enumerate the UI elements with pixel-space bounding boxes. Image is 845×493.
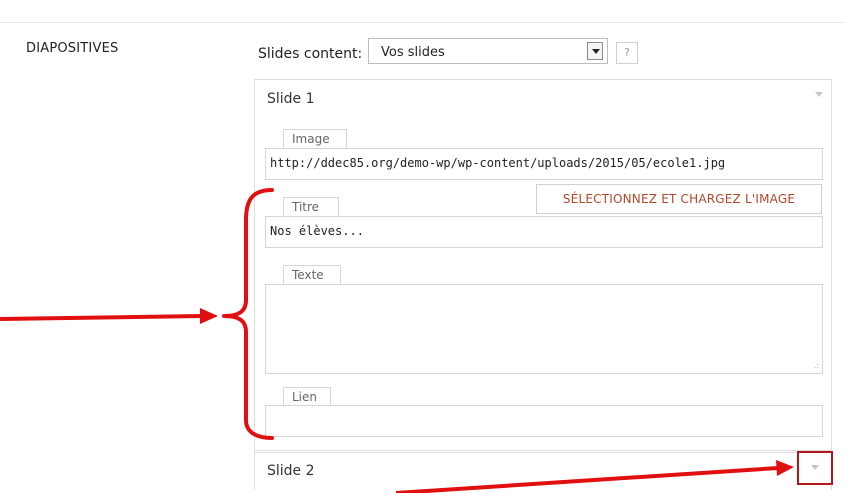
arrow-to-brace-shaft xyxy=(0,314,203,321)
chevron-down-icon[interactable] xyxy=(587,42,603,60)
lien-input[interactable] xyxy=(265,405,823,437)
resize-grip-icon[interactable]: .: xyxy=(814,362,819,370)
slides-content-label: Slides content: xyxy=(258,46,363,62)
help-button[interactable]: ? xyxy=(616,42,638,64)
texte-textarea[interactable]: .: xyxy=(265,284,823,374)
arrow-to-brace-head xyxy=(200,308,218,324)
section-label: DIAPOSITIVES xyxy=(26,41,119,56)
slides-content-value: Vos slides xyxy=(381,45,445,60)
titre-input[interactable]: Nos élèves... xyxy=(265,216,823,248)
image-field-label: Image xyxy=(283,129,347,148)
titre-field-label: Titre xyxy=(283,197,339,216)
slide-1-title: Slide 1 xyxy=(267,91,315,107)
select-upload-image-button[interactable]: SÉLECTIONNEZ ET CHARGEZ L'IMAGE xyxy=(536,184,822,214)
image-url-value: http://ddec85.org/demo-wp/wp-content/upl… xyxy=(270,156,726,170)
titre-value: Nos élèves... xyxy=(270,224,364,238)
image-url-input[interactable]: http://ddec85.org/demo-wp/wp-content/upl… xyxy=(265,148,823,180)
slide-2-panel[interactable]: Slide 2 xyxy=(254,452,832,490)
collapse-arrow-icon[interactable] xyxy=(815,92,823,97)
highlight-box xyxy=(797,451,833,485)
top-strip xyxy=(0,0,845,23)
lien-field-label: Lien xyxy=(283,387,331,406)
slides-content-select[interactable]: Vos slides xyxy=(368,38,608,64)
texte-field-label: Texte xyxy=(283,265,341,284)
slide-1-header[interactable]: Slide 1 xyxy=(255,80,831,118)
slide-2-title: Slide 2 xyxy=(267,463,315,479)
settings-page: DIAPOSITIVES Slides content: Vos slides … xyxy=(0,0,845,493)
slide-1-panel: Slide 1 Image http://ddec85.org/demo-wp/… xyxy=(254,79,832,451)
